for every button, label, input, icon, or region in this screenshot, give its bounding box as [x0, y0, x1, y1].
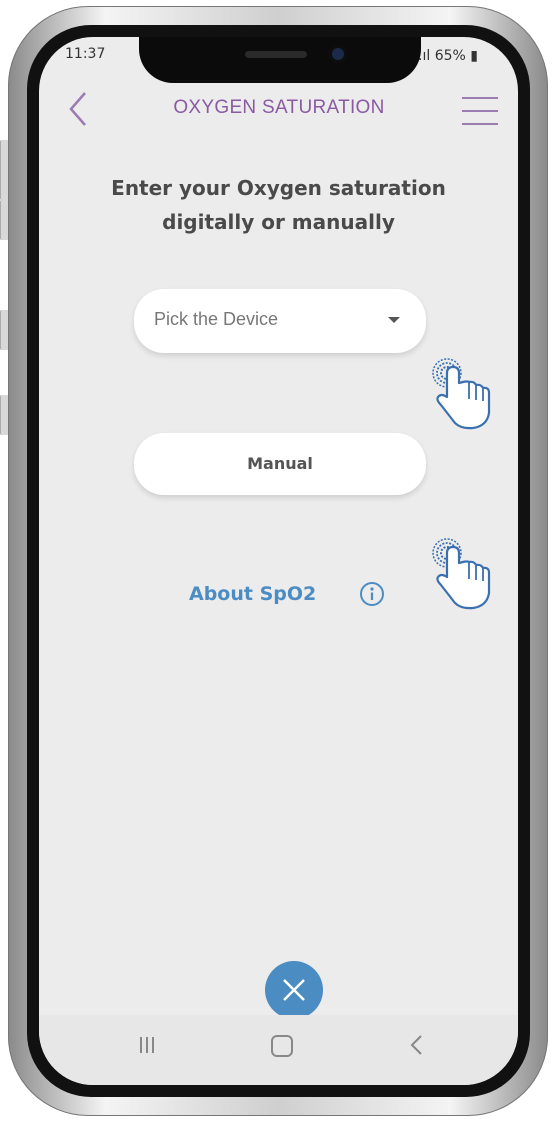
speaker-grille — [245, 51, 307, 58]
chevron-left-icon — [69, 92, 86, 126]
tap-hand-icon — [432, 358, 491, 430]
recents-icon[interactable] — [137, 1035, 157, 1055]
phone-bezel: 11:37 ᯤ.ıl 65% ▮ OXYGEN SATURATION Ent — [27, 25, 530, 1097]
heading-line-2: digitally or manually — [162, 210, 395, 234]
manual-button[interactable]: Manual — [134, 433, 426, 495]
phone-frame: 11:37 ᯤ.ıl 65% ▮ OXYGEN SATURATION Ent — [8, 6, 548, 1116]
hamburger-menu-icon — [462, 110, 498, 112]
device-select-value: Pick the Device — [154, 309, 279, 329]
instruction-heading: Enter your Oxygen saturation digitally o… — [79, 171, 478, 239]
dropdown-caret-icon — [388, 317, 400, 323]
phone-notch — [139, 37, 421, 83]
android-nav-bar — [39, 1015, 518, 1085]
page-title: OXYGEN SATURATION — [173, 97, 385, 118]
menu-button[interactable] — [462, 97, 498, 125]
info-icon[interactable] — [359, 581, 385, 607]
battery-icon: ▮ — [465, 48, 478, 64]
battery-percent: 65% — [434, 48, 466, 64]
close-button[interactable] — [265, 961, 323, 1019]
close-x-icon — [283, 979, 305, 1001]
heading-line-1: Enter your Oxygen saturation — [111, 176, 446, 200]
back-icon[interactable] — [407, 1033, 427, 1057]
tap-hand-icon — [432, 538, 491, 610]
front-camera — [329, 45, 347, 63]
hamburger-menu-icon — [462, 97, 498, 99]
app-screen: 11:37 ᯤ.ıl 65% ▮ OXYGEN SATURATION Ent — [39, 37, 518, 1085]
status-time: 11:37 — [65, 46, 106, 62]
hamburger-menu-icon — [462, 123, 498, 125]
device-select[interactable]: Pick the Device — [134, 289, 426, 353]
about-spo2-link[interactable]: About SpO2 — [189, 579, 316, 609]
back-button[interactable] — [63, 89, 99, 129]
home-icon[interactable] — [271, 1035, 293, 1057]
